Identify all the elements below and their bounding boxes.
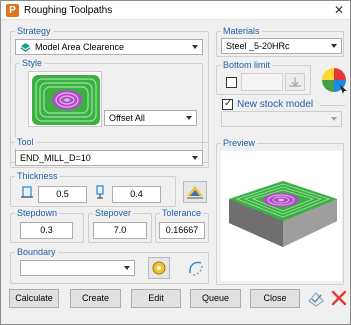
gear-icon xyxy=(152,261,166,275)
tool-value: END_MILL_D=10 xyxy=(20,153,91,163)
app-icon: P xyxy=(6,4,19,17)
preview-group-label: Preview xyxy=(221,138,258,149)
edit-button[interactable]: Edit xyxy=(131,289,181,308)
thickness-group-label: Thickness xyxy=(15,171,60,182)
strategy-value: Model Area Clearence xyxy=(35,42,125,52)
materials-value: Steel _5-20HRc xyxy=(226,41,290,51)
tool-select[interactable]: END_MILL_D=10 xyxy=(15,150,203,166)
style-group-label: Style xyxy=(20,58,45,69)
tolerance-input[interactable]: 0.16667 xyxy=(159,222,205,239)
style-select[interactable]: Offset All xyxy=(104,110,197,126)
offset-all-pattern-icon xyxy=(32,75,100,125)
style-thumbnail xyxy=(28,71,102,127)
roughing-toolpaths-dialog: P Roughing Toolpaths ✕ Strategy Model Ar… xyxy=(0,0,351,325)
chevron-down-icon xyxy=(192,156,198,160)
divider xyxy=(320,105,346,106)
calculate-button[interactable]: Calculate xyxy=(9,289,59,308)
surface-thickness-icon xyxy=(187,186,203,199)
close-window-icon[interactable]: ✕ xyxy=(334,3,344,17)
window-title: Roughing Toolpaths xyxy=(24,5,113,16)
stepdown-input[interactable]: 0.3 xyxy=(20,222,73,239)
thickness-settings-button[interactable] xyxy=(183,181,207,203)
new-stock-model-label: New stock model xyxy=(237,99,314,110)
boundary-select[interactable] xyxy=(20,260,135,276)
accept-toolpath-button[interactable] xyxy=(306,287,326,309)
radial-thickness-input[interactable]: 0.5 xyxy=(38,186,87,203)
tolerance-group-label: Tolerance xyxy=(160,208,204,219)
color-wheel-icon xyxy=(322,68,347,94)
stock-model-select[interactable] xyxy=(221,111,342,127)
close-button[interactable]: Close xyxy=(250,289,300,308)
stepdown-group-label: Stepdown xyxy=(15,208,60,219)
bottom-limit-group-label: Bottom limit xyxy=(221,60,273,71)
tool-group-label: Tool xyxy=(15,137,36,148)
delete-toolpath-button[interactable] xyxy=(329,287,349,309)
stepover-group-label: Stepover xyxy=(93,208,134,219)
bottom-limit-field[interactable] xyxy=(241,73,283,91)
boundary-settings-button[interactable] xyxy=(148,257,170,279)
layers-icon xyxy=(20,43,31,52)
delete-x-icon xyxy=(331,290,347,306)
stepover-input[interactable]: 7.0 xyxy=(93,222,147,239)
toolpath-preview xyxy=(221,151,342,281)
axial-thickness-icon xyxy=(96,185,104,199)
chevron-down-icon xyxy=(186,116,192,120)
strategy-group-label: Strategy xyxy=(15,26,53,37)
material-color-picker[interactable] xyxy=(319,65,349,95)
pick-plane-button[interactable] xyxy=(285,73,305,91)
chevron-down-icon xyxy=(192,45,198,49)
radial-thickness-icon xyxy=(21,186,33,198)
toolpath-accept-icon xyxy=(308,292,324,307)
boundary-group-label: Boundary xyxy=(15,247,58,258)
boundary-edit-button[interactable] xyxy=(185,257,207,279)
bottom-limit-checkbox[interactable] xyxy=(226,77,237,88)
chevron-down-icon xyxy=(331,44,337,48)
title-bar[interactable]: P Roughing Toolpaths ✕ xyxy=(1,1,350,20)
materials-select[interactable]: Steel _5-20HRc xyxy=(221,38,342,54)
style-value: Offset All xyxy=(109,113,145,123)
create-button[interactable]: Create xyxy=(70,289,121,308)
axial-thickness-input[interactable]: 0.4 xyxy=(112,186,161,203)
queue-button[interactable]: Queue xyxy=(190,289,241,308)
boundary-curve-icon xyxy=(189,261,203,276)
new-stock-model-checkbox[interactable] xyxy=(222,98,233,110)
pick-plane-icon xyxy=(289,77,301,87)
stock-toolpath-preview-image xyxy=(229,181,337,247)
chevron-down-icon xyxy=(124,266,130,270)
strategy-select[interactable]: Model Area Clearence xyxy=(15,39,203,55)
chevron-down-icon xyxy=(331,117,337,121)
materials-group-label: Materials xyxy=(221,26,262,37)
